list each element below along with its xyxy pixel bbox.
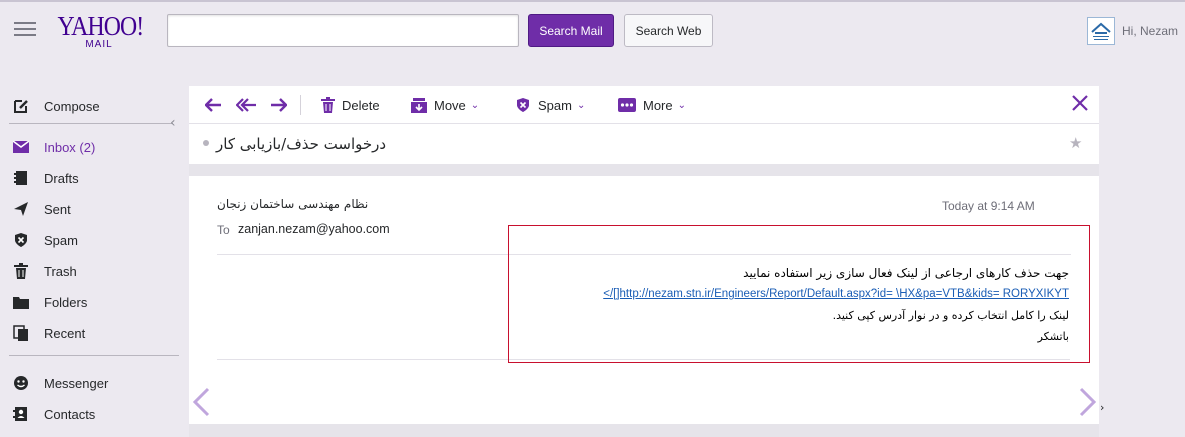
- search-mail-button[interactable]: Search Mail: [528, 14, 614, 47]
- move-button[interactable]: Move ⌄: [411, 94, 479, 116]
- sidebar-item-inbox[interactable]: Inbox (2): [12, 137, 95, 157]
- reply-button[interactable]: [205, 94, 223, 116]
- sidebar-item-contacts[interactable]: Contacts: [12, 404, 95, 424]
- spam-button[interactable]: Spam ⌄: [515, 94, 585, 116]
- reply-all-button[interactable]: [236, 94, 258, 116]
- avatar[interactable]: [1087, 17, 1115, 45]
- body-line: لینک را کامل انتخاب کرده و در نوار آدرس …: [832, 309, 1069, 322]
- forward-button[interactable]: [269, 94, 287, 116]
- sidebar-item-folders[interactable]: Folders: [12, 292, 87, 312]
- sidebar-item-drafts[interactable]: Drafts: [12, 168, 79, 188]
- sidebar-item-recent[interactable]: Recent: [12, 323, 85, 343]
- sidebar-item-sent[interactable]: Sent: [12, 199, 71, 219]
- message-date: Today at 9:14 AM: [942, 199, 1035, 213]
- toolbar-divider: [300, 95, 301, 115]
- previous-message-icon[interactable]: [191, 387, 211, 417]
- delete-button[interactable]: Delete: [321, 94, 380, 116]
- sidebar-item-label: Sent: [44, 201, 71, 217]
- recent-icon: [12, 324, 30, 342]
- chevron-down-icon: ⌄: [470, 99, 480, 111]
- body-top-divider: [536, 254, 1071, 255]
- compose-label: Compose: [44, 98, 100, 114]
- paper-plane-icon: [12, 200, 30, 218]
- compose-button[interactable]: Compose: [12, 96, 100, 116]
- reply-all-icon: [236, 98, 256, 112]
- message-toolbar: Delete Move ⌄ Spam ⌄ More ⌄: [189, 86, 1099, 124]
- avatar-logo-icon: [1091, 22, 1111, 40]
- sidebar-item-label: Spam: [44, 232, 78, 248]
- shield-icon: [12, 231, 30, 249]
- chevron-down-icon: ⌄: [677, 99, 687, 111]
- drafts-icon: [12, 169, 30, 187]
- sidebar-item-messenger[interactable]: Messenger: [12, 373, 108, 393]
- contacts-label: Contacts: [44, 406, 96, 422]
- yahoo-mail-logo[interactable]: YAHOO! MAIL: [52, 11, 145, 51]
- sidebar-divider: [9, 355, 179, 356]
- read-status-dot-icon[interactable]: [203, 140, 209, 146]
- spam-label: Spam: [538, 97, 572, 113]
- sidebar-item-label: Recent: [44, 325, 86, 341]
- messenger-icon: [12, 374, 30, 392]
- collapse-sidebar-icon[interactable]: ‹: [170, 115, 176, 131]
- reply-icon: [205, 98, 221, 112]
- sidebar-item-trash[interactable]: Trash: [12, 261, 77, 281]
- subject-row: درخواست حذف/بازیابی کار ★: [189, 125, 1099, 163]
- body-line: باتشکر: [1037, 330, 1069, 343]
- message-body-highlight: جهت حذف کارهای ارجاعی از لینک فعال سازی …: [508, 225, 1090, 363]
- messenger-label: Messenger: [44, 375, 109, 391]
- activation-link[interactable]: </[]http://nezam.stn.ir/Engineers/Report…: [603, 288, 1069, 300]
- top-border: [0, 0, 1185, 2]
- logo-wordmark: YAHOO!: [57, 11, 145, 41]
- trash-icon: [12, 262, 30, 280]
- search-input[interactable]: [167, 14, 519, 47]
- shield-icon: [517, 98, 529, 112]
- to-label: To: [217, 223, 230, 237]
- contacts-icon: [12, 405, 30, 423]
- envelope-icon: [12, 138, 30, 156]
- sender-name[interactable]: نظام مهندسی ساختمان زنجان: [217, 197, 368, 211]
- close-icon[interactable]: [1071, 94, 1091, 114]
- sidebar-item-spam[interactable]: Spam: [12, 230, 78, 250]
- search-web-button[interactable]: Search Web: [624, 14, 713, 47]
- body-line: جهت حذف کارهای ارجاعی از لینک فعال سازی …: [743, 266, 1069, 280]
- more-label: More: [643, 97, 673, 113]
- subject-separator: [189, 164, 1099, 176]
- folder-icon: [12, 293, 30, 311]
- star-icon[interactable]: ★: [1069, 134, 1082, 152]
- chevron-down-icon: ⌄: [576, 99, 586, 111]
- menu-icon[interactable]: [14, 22, 36, 38]
- message-subject: درخواست حذف/بازیابی کار: [216, 135, 387, 153]
- sidebar-divider: [9, 123, 173, 124]
- more-icon: [618, 98, 636, 112]
- delete-label: Delete: [342, 97, 380, 113]
- sidebar-item-label: Folders: [44, 294, 88, 310]
- sidebar-item-label: Drafts: [44, 170, 79, 186]
- next-message-icon[interactable]: [1078, 387, 1098, 417]
- user-greeting[interactable]: Hi, Nezam: [1122, 24, 1178, 38]
- compose-icon: [12, 97, 30, 115]
- sidebar-item-label: Trash: [44, 263, 77, 279]
- sidebar-item-label: Inbox (2): [44, 139, 96, 155]
- trash-icon: [321, 97, 335, 113]
- move-icon: [411, 97, 427, 113]
- forward-icon: [271, 98, 287, 112]
- more-button[interactable]: More ⌄: [618, 94, 686, 116]
- panel-bottom-stripe: [189, 424, 1099, 437]
- move-label: Move: [434, 97, 466, 113]
- chevron-right-icon[interactable]: ›: [1100, 401, 1104, 414]
- recipient-address[interactable]: zanjan.nezam@yahoo.com: [238, 222, 390, 236]
